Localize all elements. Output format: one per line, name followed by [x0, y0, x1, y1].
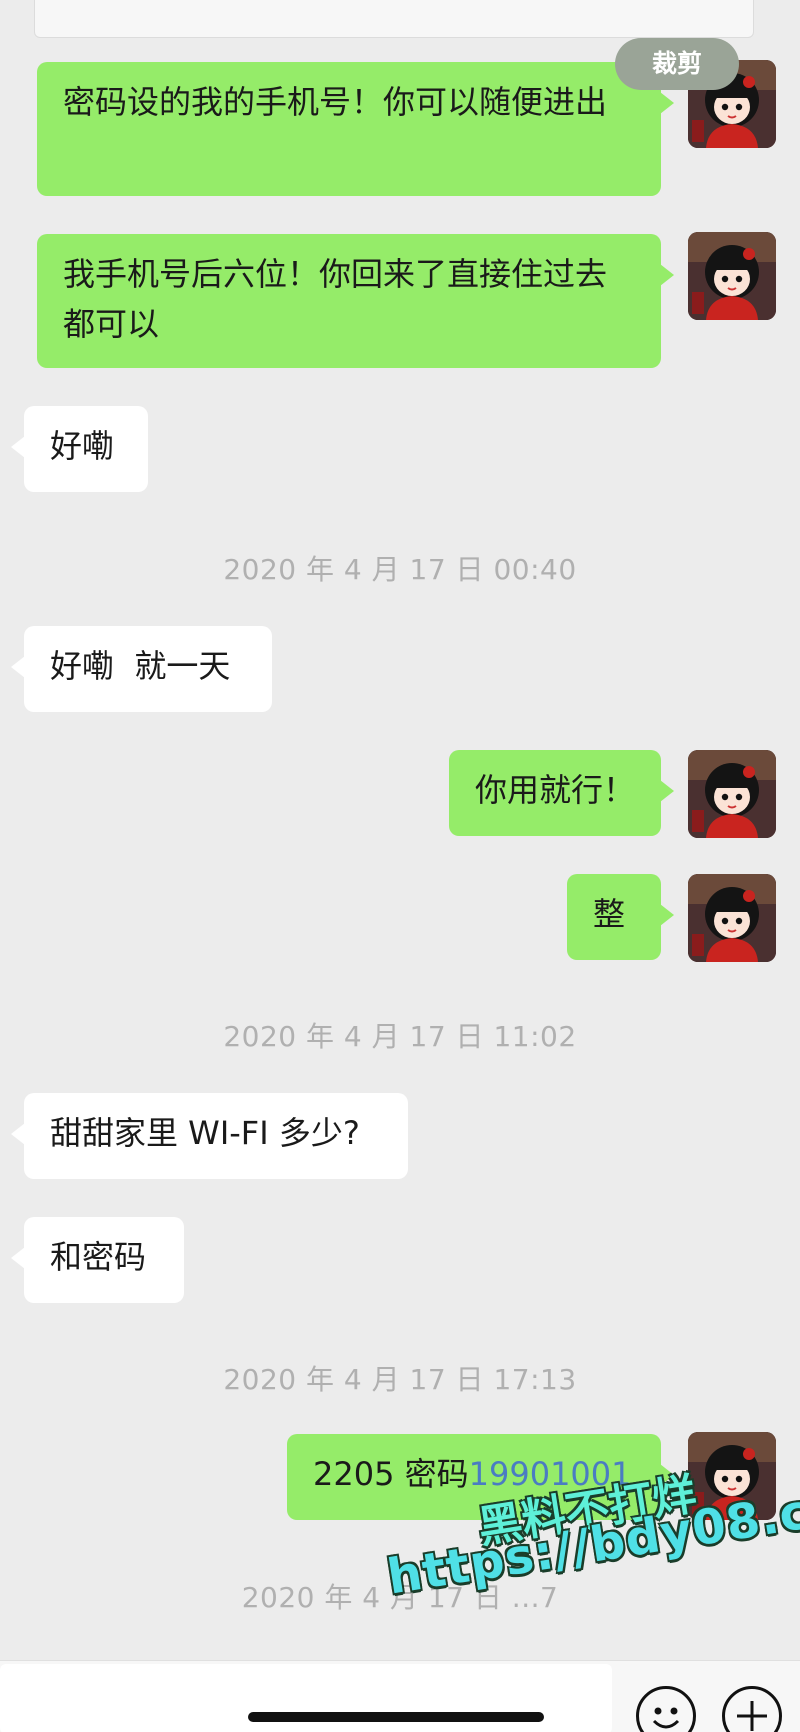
message-bubble-incoming[interactable]: 和密码 — [11, 1217, 184, 1303]
message-text: 整 — [593, 895, 626, 933]
message-text-prefix: 2205 密码 — [313, 1455, 469, 1493]
chat-screen: 裁剪 密码设的我的手机号！你可以随便进出 我手机号后六位！你回来了直接住过去都可… — [0, 0, 800, 1732]
avatar[interactable] — [688, 874, 776, 962]
top-cropped-field — [34, 0, 754, 38]
emoji-icon[interactable] — [636, 1686, 696, 1732]
message-text: 我手机号后六位！你回来了直接住过去都可以 — [63, 255, 608, 343]
message-bubble-outgoing[interactable]: 你用就行！ — [449, 750, 674, 836]
avatar-anime-girl-icon — [688, 750, 776, 838]
message-bubble-incoming[interactable]: 甜甜家里 WI-FI 多少? — [11, 1093, 408, 1179]
message-text: 你用就行！ — [475, 771, 636, 809]
message-bubble-incoming[interactable]: 好嘞 就一天 — [11, 626, 272, 712]
avatar[interactable] — [688, 750, 776, 838]
add-icon — [737, 1701, 767, 1731]
message-text: 好嘞 — [50, 427, 115, 465]
message-bubble-outgoing[interactable]: 密码设的我的手机号！你可以随便进出 — [37, 62, 674, 196]
message-text: 好嘞 就一天 — [50, 647, 231, 685]
avatar-anime-girl-icon — [688, 874, 776, 962]
smiley-icon — [652, 1707, 680, 1729]
timestamp: 2020 年 4 月 17 日 17:13 — [223, 1363, 577, 1396]
message-bubble-outgoing[interactable]: 整 — [567, 874, 674, 960]
crop-button[interactable]: 裁剪 — [615, 38, 739, 90]
message-bubble-incoming[interactable]: 好嘞 — [11, 406, 148, 492]
message-text: 密码设的我的手机号！你可以随便进出 — [63, 83, 608, 121]
message-text: 甜甜家里 WI-FI 多少? — [50, 1114, 360, 1152]
home-indicator — [248, 1712, 544, 1722]
message-bubble-outgoing[interactable]: 我手机号后六位！你回来了直接住过去都可以 — [37, 234, 674, 368]
avatar-anime-girl-icon — [688, 232, 776, 320]
timestamp: 2020 年 4 月 17 日 00:40 — [223, 553, 577, 586]
avatar[interactable] — [688, 232, 776, 320]
plus-icon[interactable] — [722, 1686, 782, 1732]
message-text: 和密码 — [50, 1238, 147, 1276]
timestamp: 2020 年 4 月 17 日 11:02 — [223, 1020, 577, 1053]
